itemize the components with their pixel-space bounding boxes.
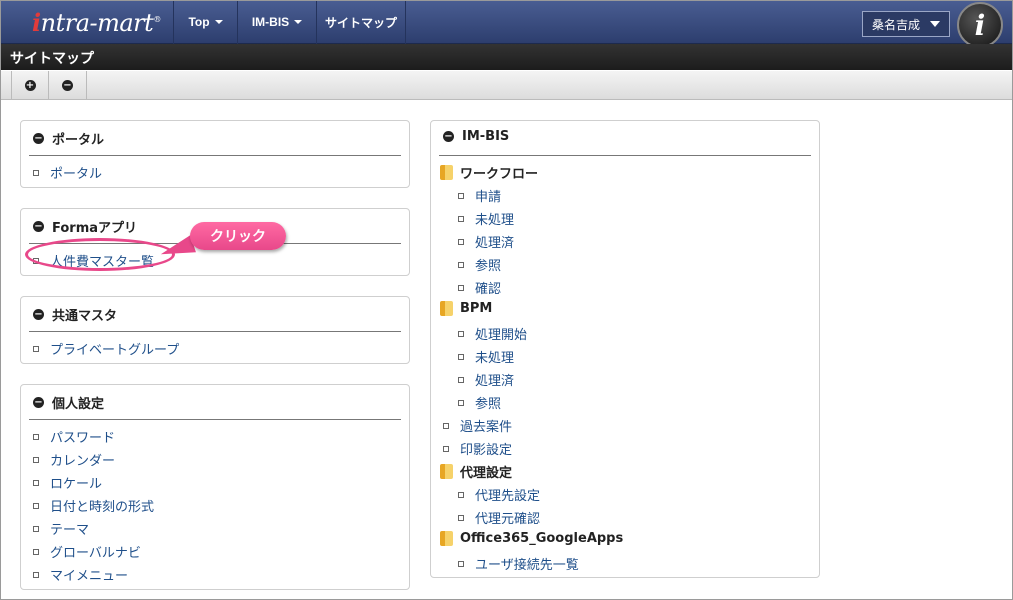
bullet-icon bbox=[458, 238, 464, 245]
intra-mart-logo[interactable]: iintra-martntra-mart® bbox=[0, 0, 173, 44]
sitemap-link[interactable]: 代理先設定 bbox=[458, 485, 540, 504]
sitemap-link[interactable]: プライベートグループ bbox=[33, 339, 179, 358]
page-title-bar: サイトマップ bbox=[0, 44, 1013, 70]
caret-down-icon bbox=[294, 20, 303, 24]
bullet-icon bbox=[458, 330, 464, 337]
bullet-icon bbox=[458, 353, 464, 360]
sitemap-link[interactable]: 日付と時刻の形式 bbox=[33, 496, 154, 515]
sitemap-link[interactable]: 処理済 bbox=[458, 370, 514, 389]
bullet-icon bbox=[458, 284, 464, 291]
sitemap-toolbar: + − bbox=[0, 71, 1013, 100]
bullet-icon bbox=[458, 514, 464, 521]
panel-header[interactable]: − IM-BIS bbox=[443, 129, 509, 144]
folder-office365-googleapps[interactable]: Office365_GoogleApps bbox=[440, 531, 623, 546]
sitemap-link[interactable]: カレンダー bbox=[33, 450, 115, 469]
divider bbox=[29, 419, 401, 420]
highlight-ellipse bbox=[25, 238, 175, 271]
bullet-icon bbox=[458, 376, 464, 383]
minus-circle-icon: − bbox=[33, 133, 44, 144]
bullet-icon bbox=[458, 560, 464, 567]
expand-all-button[interactable]: + bbox=[11, 71, 49, 100]
minus-circle-icon: − bbox=[33, 221, 44, 232]
sitemap-link[interactable]: 確認 bbox=[458, 278, 501, 297]
bullet-icon bbox=[33, 169, 39, 176]
minus-circle-icon: − bbox=[33, 397, 44, 408]
folder-icon bbox=[440, 531, 453, 546]
bullet-icon bbox=[33, 548, 39, 555]
minus-circle-icon: − bbox=[443, 131, 454, 142]
panel-header[interactable]: − 個人設定 bbox=[33, 393, 104, 412]
divider bbox=[29, 331, 401, 332]
minus-circle-icon: − bbox=[33, 309, 44, 320]
divider bbox=[439, 155, 811, 156]
panel-portal: − ポータル ポータル bbox=[20, 120, 410, 188]
bullet-icon bbox=[458, 399, 464, 406]
folder-icon bbox=[440, 165, 453, 180]
folder-bpm[interactable]: BPM bbox=[440, 301, 492, 316]
page-title: サイトマップ bbox=[10, 51, 94, 67]
sitemap-link[interactable]: 未処理 bbox=[458, 209, 514, 228]
panel-header[interactable]: − 共通マスタ bbox=[33, 305, 117, 324]
nav-sitemap[interactable]: サイトマップ bbox=[316, 0, 406, 44]
panel-header[interactable]: − ポータル bbox=[33, 129, 104, 148]
folder-workflow[interactable]: ワークフロー bbox=[440, 163, 538, 182]
sitemap-link[interactable]: 未処理 bbox=[458, 347, 514, 366]
click-callout: クリック bbox=[190, 222, 286, 250]
sitemap-link[interactable]: 処理開始 bbox=[458, 324, 527, 343]
sitemap-link[interactable]: ポータル bbox=[33, 163, 102, 182]
bullet-icon bbox=[443, 422, 449, 429]
top-navbar: iintra-martntra-mart® Top IM-BIS サイトマップ … bbox=[0, 0, 1013, 48]
bullet-icon bbox=[33, 479, 39, 486]
panel-common-master: − 共通マスタ プライベートグループ bbox=[20, 296, 410, 364]
plus-circle-icon: + bbox=[24, 80, 36, 91]
sitemap-link[interactable]: テーマ bbox=[33, 519, 89, 538]
panel-im-bis: − IM-BIS ワークフロー 申請 未処理 処理済 参照 確認 BPM 処理開始… bbox=[430, 120, 820, 578]
panel-personal-settings: − 個人設定 パスワード カレンダー ロケール 日付と時刻の形式 テーマ グローバ… bbox=[20, 384, 410, 590]
sitemap-link[interactable]: 参照 bbox=[458, 255, 501, 274]
panel-header[interactable]: − Formaアプリ bbox=[33, 217, 137, 236]
bullet-icon bbox=[33, 345, 39, 352]
sitemap-link[interactable]: ユーザ接続先一覧 bbox=[458, 554, 579, 573]
minus-circle-icon: − bbox=[62, 80, 73, 91]
folder-icon bbox=[440, 301, 453, 316]
sitemap-link[interactable]: パスワード bbox=[33, 427, 115, 446]
nav-top-menu[interactable]: Top bbox=[173, 0, 237, 44]
bullet-icon bbox=[458, 261, 464, 268]
user-menu-button[interactable]: 桑名吉成 bbox=[862, 11, 950, 37]
bullet-icon bbox=[33, 525, 39, 532]
avatar[interactable]: i bbox=[957, 2, 1003, 48]
collapse-all-button[interactable]: − bbox=[49, 71, 87, 100]
sitemap-link[interactable]: 参照 bbox=[458, 393, 501, 412]
sitemap-link[interactable]: 印影設定 bbox=[443, 439, 512, 458]
sitemap-link[interactable]: ロケール bbox=[33, 473, 102, 492]
sitemap-link[interactable]: 処理済 bbox=[458, 232, 514, 251]
bullet-icon bbox=[458, 215, 464, 222]
bullet-icon bbox=[33, 433, 39, 440]
bullet-icon bbox=[33, 571, 39, 578]
bullet-icon bbox=[33, 456, 39, 463]
divider bbox=[29, 155, 401, 156]
bullet-icon bbox=[33, 502, 39, 509]
sitemap-link[interactable]: 代理元確認 bbox=[458, 508, 540, 527]
folder-proxy-settings[interactable]: 代理設定 bbox=[440, 462, 512, 481]
sitemap-link[interactable]: 申請 bbox=[458, 186, 501, 205]
sitemap-link[interactable]: 過去案件 bbox=[443, 416, 512, 435]
sitemap-link[interactable]: マイメニュー bbox=[33, 565, 128, 584]
caret-down-icon bbox=[930, 21, 940, 27]
bullet-icon bbox=[458, 192, 464, 199]
nav-im-bis-menu[interactable]: IM-BIS bbox=[237, 0, 316, 44]
bullet-icon bbox=[443, 445, 449, 452]
folder-icon bbox=[440, 464, 453, 479]
caret-down-icon bbox=[214, 20, 223, 24]
bullet-icon bbox=[458, 491, 464, 498]
sitemap-link[interactable]: グローバルナビ bbox=[33, 542, 141, 561]
